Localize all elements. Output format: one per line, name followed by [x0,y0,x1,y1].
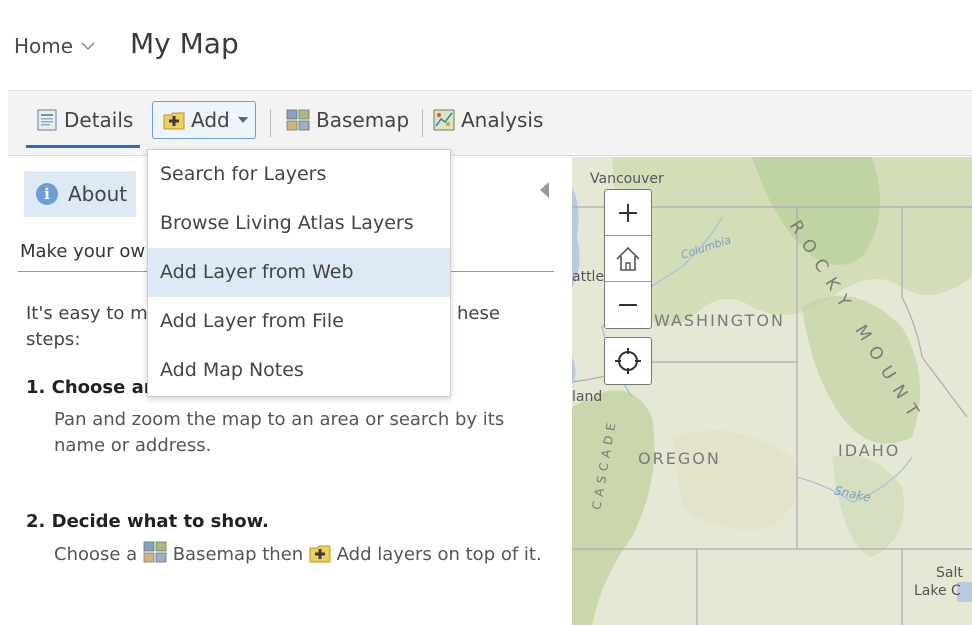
home-menu[interactable]: Home [14,34,95,58]
analysis-label: Analysis [461,108,544,132]
details-label: Details [64,108,134,132]
add-layer-icon [163,112,185,130]
add-dropdown-menu: Search for Layers Browse Living Atlas La… [147,149,451,397]
step-2-heading: 2. Decide what to show. [26,511,269,532]
home-icon [616,246,640,271]
step-1-body: Pan and zoom the map to an area or searc… [54,409,505,456]
zoom-controls [604,189,652,329]
add-button[interactable]: Add [152,101,256,139]
chevron-down-icon [237,117,248,123]
toolbar-divider [422,109,423,137]
panel-subtitle: Make your ow [20,241,146,262]
analysis-icon [433,109,455,131]
map-label-salt-lake: Salt [936,565,963,581]
map-label-seattle: attle [572,269,605,285]
add-layer-icon [309,545,331,563]
basemap-icon [143,541,167,563]
zoom-in-button[interactable] [605,190,651,236]
menu-item-browse-living-atlas[interactable]: Browse Living Atlas Layers [148,199,450,248]
plus-icon [619,203,637,222]
intro-text-end: hese [457,303,500,324]
home-extent-button[interactable] [605,236,651,282]
active-tab-indicator [26,145,140,148]
chevron-down-icon [81,42,95,50]
basemap-icon [286,109,310,131]
map-label-washington: WASHINGTON [654,311,785,330]
add-label: Add [191,108,230,132]
locate-button[interactable] [604,337,652,385]
step-2-text-c: Add layers on top of it. [336,544,542,565]
toolbar-divider [270,109,271,137]
basemap-button[interactable]: Basemap [286,101,409,139]
details-icon [37,109,57,131]
collapse-panel-icon[interactable] [540,182,549,198]
intro-text-start: It's easy to m [26,303,148,324]
map-label-idaho: IDAHO [838,441,901,460]
step-2-text-b: Basemap then [172,544,304,565]
toolbar: Details Add Basemap Analysis [8,90,972,156]
basemap-label: Basemap [316,108,410,132]
zoom-out-button[interactable] [605,282,651,328]
locate-icon [615,348,641,374]
map-view[interactable]: Vancouver attle land WASHINGTON OREGON I… [572,157,972,625]
map-label-salt-lake-2: Lake C [914,583,961,599]
step-2-body: Choose a Basemap then Add layers on top … [54,541,544,568]
menu-item-add-layer-from-web[interactable]: Add Layer from Web [148,248,450,297]
menu-item-search-layers[interactable]: Search for Layers [148,150,450,199]
details-button[interactable]: Details [26,101,143,139]
map-label-vancouver: Vancouver [590,171,664,187]
about-button[interactable]: i About [24,171,136,217]
map-label-oregon: OREGON [638,449,721,468]
about-label: About [68,182,128,206]
menu-item-add-map-notes[interactable]: Add Map Notes [148,346,450,395]
minus-icon [619,304,637,306]
map-label-portland: land [572,389,603,405]
intro-text-line2: steps: [26,329,81,350]
step-2-text-a: Choose a [54,544,138,565]
page-title: My Map [130,27,239,60]
home-label: Home [14,34,74,58]
step-1-heading: 1. Choose ar [26,377,153,398]
menu-item-add-layer-from-file[interactable]: Add Layer from File [148,297,450,346]
app-header: Home My Map [0,0,972,90]
info-icon: i [36,183,58,205]
analysis-button[interactable]: Analysis [433,101,543,139]
